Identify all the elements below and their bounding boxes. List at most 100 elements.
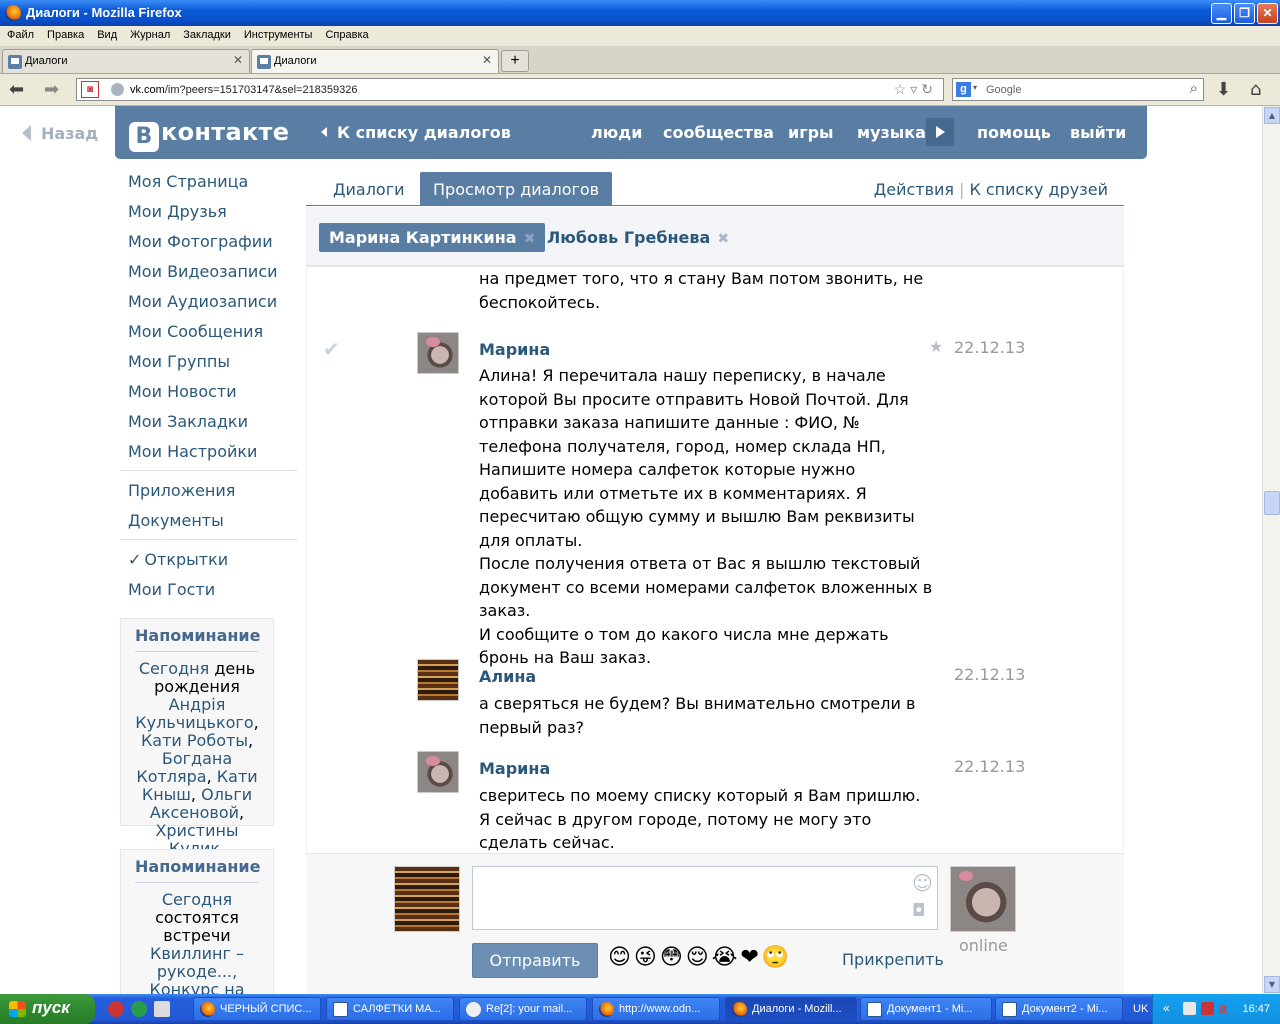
message-author[interactable]: Марина xyxy=(479,759,550,778)
birthday-link[interactable]: Кати Роботы xyxy=(141,731,248,750)
new-tab-button[interactable]: + xyxy=(501,50,529,72)
home-icon[interactable]: ⌂ xyxy=(1250,80,1261,100)
close-peer-icon[interactable]: ✖ xyxy=(524,231,536,247)
taskbar-item-active[interactable]: Диалоги - Mozill... xyxy=(725,997,857,1021)
close-peer-icon[interactable]: ✖ xyxy=(717,231,729,247)
forward-arrow-icon[interactable]: ➡ xyxy=(44,80,59,100)
maximize-button[interactable]: ❐ xyxy=(1234,3,1255,24)
scroll-thumb[interactable] xyxy=(1264,491,1280,515)
vk-logo[interactable]: Вконтакте xyxy=(129,118,289,152)
bookmark-star-icon[interactable]: ☆ xyxy=(894,81,911,97)
message-author[interactable]: Алина xyxy=(479,667,536,686)
taskbar-item[interactable]: http://www.odn... xyxy=(592,997,720,1021)
menu-documents[interactable]: Документы xyxy=(128,511,224,530)
send-button[interactable]: Отправить xyxy=(472,943,598,978)
nav-games[interactable]: игры xyxy=(788,123,834,142)
nav-help[interactable]: помощь xyxy=(977,123,1051,142)
nav-logout[interactable]: выйти xyxy=(1070,123,1126,142)
address-bar[interactable]: ◙ vk.com/im?peers=151703147&sel=21835932… xyxy=(76,78,944,101)
menu-apps[interactable]: Приложения xyxy=(128,481,235,500)
menu-my-settings[interactable]: Мои Настройки xyxy=(128,442,257,461)
icq-icon[interactable] xyxy=(131,1001,147,1017)
actions-link[interactable]: Действия xyxy=(874,180,954,199)
desktop-icon[interactable] xyxy=(154,1001,170,1017)
avatar[interactable] xyxy=(417,332,459,374)
menu-my-friends[interactable]: Мои Друзья xyxy=(128,202,227,221)
scroll-up-icon[interactable]: ▲ xyxy=(1264,107,1280,124)
attach-link[interactable]: Прикрепить xyxy=(842,950,944,969)
start-button[interactable]: пуск xyxy=(0,994,95,1024)
read-check-icon[interactable]: ✔ xyxy=(323,337,340,361)
menu-my-photos[interactable]: Мои Фотографии xyxy=(128,232,273,251)
peer-tab[interactable]: Любовь Гребнева ✖ xyxy=(537,223,739,252)
back-arrow-icon[interactable]: ⬅ xyxy=(9,80,24,100)
reminder-today-link[interactable]: Сегодня xyxy=(139,659,209,678)
avira-icon[interactable]: a xyxy=(1219,1000,1227,1016)
birthday-link[interactable]: Андрія Кульчицького xyxy=(135,695,253,732)
peer-tab-active[interactable]: Марина Картинкина ✖ xyxy=(319,223,546,252)
taskbar-item[interactable]: ЧЕРНЫЙ СПИС... xyxy=(193,997,321,1021)
meetings-links[interactable]: Квиллинг – рукоде..., Конкурс на голоса!… xyxy=(149,944,244,995)
smiley-icon[interactable]: ☺ xyxy=(912,871,933,895)
tray-chevron-icon[interactable]: « xyxy=(1163,1001,1170,1015)
menu-bookmarks[interactable]: Закладки xyxy=(176,26,237,41)
avatar[interactable] xyxy=(417,659,459,701)
language-indicator[interactable]: UK xyxy=(1133,1003,1148,1015)
close-window-button[interactable]: ✕ xyxy=(1257,3,1278,24)
menu-file[interactable]: Файл xyxy=(0,26,40,41)
taskbar-item[interactable]: Документ1 - Mi... xyxy=(860,997,992,1021)
tray-app-icon[interactable] xyxy=(1183,1002,1196,1015)
emoji-row[interactable]: 😊😜😳😌😭❤🙄 xyxy=(608,945,792,970)
star-icon[interactable]: ★ xyxy=(929,337,943,356)
menu-view[interactable]: Вид xyxy=(90,26,123,41)
search-bar[interactable]: g ▾ Google ⌕ xyxy=(952,78,1204,101)
to-dialogs-link[interactable]: К списку диалогов xyxy=(321,123,511,142)
menu-my-news[interactable]: Мои Новости xyxy=(128,382,237,401)
nav-music[interactable]: музыка xyxy=(857,123,926,142)
browser-tab-2[interactable]: Диалоги ✕ xyxy=(251,49,499,73)
menu-my-guests[interactable]: Мои Гости xyxy=(128,580,215,599)
message-date[interactable]: 22.12.13 xyxy=(954,757,1025,776)
menu-my-audio[interactable]: Мои Аудиозаписи xyxy=(128,292,277,311)
back-link[interactable]: Назад xyxy=(22,124,98,143)
message-date[interactable]: 22.12.13 xyxy=(954,665,1025,684)
nav-people[interactable]: люди xyxy=(591,123,642,142)
menu-history[interactable]: Журнал xyxy=(123,26,176,41)
my-avatar[interactable] xyxy=(394,866,460,932)
reload-icon[interactable]: ↻ xyxy=(921,81,937,97)
opera-icon[interactable] xyxy=(108,1001,124,1017)
peer-avatar[interactable] xyxy=(950,866,1016,932)
scroll-down-icon[interactable]: ▼ xyxy=(1264,976,1280,993)
site-identity-icon[interactable]: ◙ xyxy=(81,81,99,98)
tab-close-icon[interactable]: ✕ xyxy=(482,53,492,67)
message-input[interactable] xyxy=(472,866,938,930)
tab-view-dialogs[interactable]: Просмотр диалогов xyxy=(420,172,613,205)
download-icon[interactable]: ⬇ xyxy=(1216,80,1231,100)
menu-edit[interactable]: Правка xyxy=(40,26,90,41)
taskbar-item[interactable]: Re[2]: your mail... xyxy=(459,997,587,1021)
nav-communities[interactable]: сообщества xyxy=(663,123,774,142)
google-icon[interactable]: g xyxy=(956,82,971,97)
friends-list-link[interactable]: К списку друзей xyxy=(969,180,1108,199)
minimize-button[interactable]: ▁ xyxy=(1211,3,1232,24)
reminder-today-link[interactable]: Сегодня xyxy=(162,890,232,909)
camera-icon[interactable]: ◘ xyxy=(912,901,925,921)
menu-my-groups[interactable]: Мои Группы xyxy=(128,352,230,371)
avatar[interactable] xyxy=(417,751,459,793)
dropdown-icon[interactable]: ▿ xyxy=(910,81,921,97)
taskbar-item[interactable]: Документ2 - Mi... xyxy=(995,997,1123,1021)
music-play-icon[interactable] xyxy=(926,118,954,146)
menu-help[interactable]: Справка xyxy=(318,26,374,41)
engine-dropdown-icon[interactable]: ▾ xyxy=(973,83,977,92)
tab-close-icon[interactable]: ✕ xyxy=(233,53,243,67)
menu-my-messages[interactable]: Мои Сообщения xyxy=(128,322,263,341)
menu-postcards[interactable]: ✓ Открытки xyxy=(128,550,228,569)
menu-my-videos[interactable]: Мои Видеозаписи xyxy=(128,262,278,281)
tab-dialogs[interactable]: Диалоги xyxy=(333,172,405,205)
antivirus-icon[interactable] xyxy=(1201,1002,1214,1015)
message-author[interactable]: Марина xyxy=(479,340,550,359)
menu-tools[interactable]: Инструменты xyxy=(237,26,319,41)
page-scrollbar[interactable]: ▲ ▼ xyxy=(1262,106,1280,994)
taskbar-item[interactable]: САЛФЕТКИ МА... xyxy=(326,997,454,1021)
search-icon[interactable]: ⌕ xyxy=(1190,80,1198,97)
